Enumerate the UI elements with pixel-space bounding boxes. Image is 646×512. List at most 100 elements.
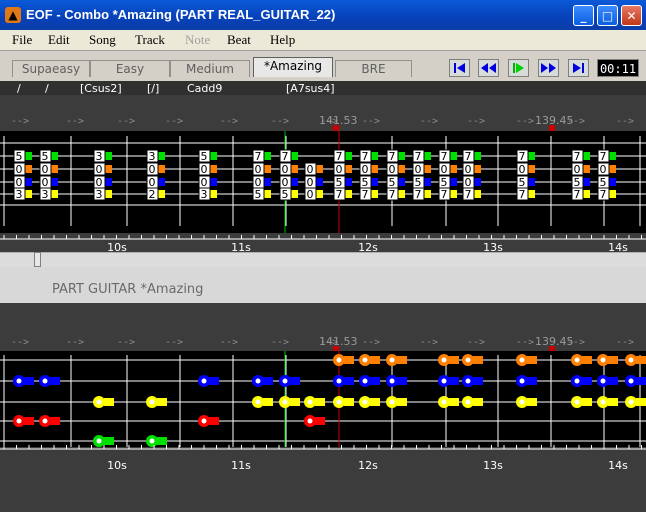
note-gem-center — [282, 399, 288, 405]
menu-bar: File Edit Song Track Note Beat Help — [0, 30, 646, 51]
menu-help[interactable]: Help — [270, 32, 295, 48]
fast-forward-icon — [541, 63, 556, 73]
minimize-button[interactable]: _ — [573, 5, 594, 26]
play-button[interactable] — [508, 59, 529, 77]
note-gem-center — [336, 378, 342, 384]
seek-scrollbar-thumb[interactable] — [34, 252, 41, 267]
note-tail — [473, 356, 483, 364]
note-gem-center — [282, 378, 288, 384]
tempo-marker-flag — [333, 125, 339, 131]
note-gem-center — [336, 399, 342, 405]
note-gem-center — [307, 418, 313, 424]
time-label: 14s — [608, 241, 628, 252]
note-tail — [449, 398, 459, 406]
title-bar: ▲ EOF - Combo *Amazing (PART REAL_GUITAR… — [0, 0, 646, 30]
fret-number: 0 — [282, 163, 289, 176]
flame-icon[interactable]: ▲ — [5, 7, 21, 23]
note-tail — [24, 417, 34, 425]
note-tail — [104, 398, 114, 406]
fret-number: 0 — [307, 163, 314, 176]
close-button[interactable]: ✕ — [621, 5, 642, 26]
menu-track[interactable]: Track — [135, 32, 165, 48]
window-title: EOF - Combo *Amazing (PART REAL_GUITAR_2… — [26, 7, 336, 22]
chord-name: [A7sus4] — [286, 82, 335, 95]
tempo-marker-flag — [549, 125, 555, 131]
menu-file[interactable]: File — [12, 32, 32, 48]
fret-number: 7 — [282, 150, 289, 163]
rewind-to-start-button[interactable] — [449, 59, 470, 77]
note-tail — [50, 417, 60, 425]
note-gem-center — [362, 357, 368, 363]
tab-amazing[interactable]: *Amazing — [253, 57, 333, 77]
note-tail — [608, 356, 618, 364]
note-tail — [24, 377, 34, 385]
fret-number: 2 — [149, 188, 156, 201]
note-gem-center — [600, 399, 606, 405]
rewind-button[interactable] — [478, 59, 499, 77]
tab-medium[interactable]: Medium — [170, 60, 250, 77]
note-gem-center — [628, 399, 634, 405]
note-tail — [157, 398, 167, 406]
tab-bre[interactable]: BRE — [335, 60, 412, 77]
note-gem-center — [628, 357, 634, 363]
tab-easy[interactable]: Easy — [90, 60, 170, 77]
beat-marker: --> — [271, 337, 289, 348]
note-gem-center — [96, 399, 102, 405]
menu-edit[interactable]: Edit — [48, 32, 70, 48]
seek-scrollbar[interactable] — [0, 252, 646, 267]
fret-number: 0 — [600, 163, 607, 176]
note-tail — [209, 417, 219, 425]
note-gem-center — [519, 378, 525, 384]
fret-number: 5 — [42, 150, 49, 163]
maximize-button[interactable]: □ — [597, 5, 618, 26]
note-gem-center — [441, 378, 447, 384]
fret-number: 7 — [415, 150, 422, 163]
fret-number: 0 — [96, 163, 103, 176]
fret-number: 7 — [255, 150, 262, 163]
note-tail — [449, 377, 459, 385]
note-tail — [315, 417, 325, 425]
skip-to-end-button[interactable] — [568, 59, 589, 77]
time-label: 12s — [358, 459, 378, 472]
menu-song[interactable]: Song — [89, 32, 116, 48]
beat-marker: --> — [117, 116, 135, 127]
fret-number: 3 — [42, 188, 49, 201]
beat-marker: --> — [516, 116, 534, 127]
fret-number: 0 — [362, 163, 369, 176]
note-tail — [344, 398, 354, 406]
note-gem-center — [441, 399, 447, 405]
beat-marker: --> — [467, 337, 485, 348]
note-gem-center — [42, 378, 48, 384]
note-gem-center — [389, 378, 395, 384]
fret-number: 7 — [336, 188, 343, 201]
fret-number: 3 — [16, 188, 23, 201]
beat-marker: --> — [420, 116, 438, 127]
note-gem-center — [465, 378, 471, 384]
time-label: 13s — [483, 459, 503, 472]
fret-number: 7 — [519, 150, 526, 163]
beat-marker: --> — [616, 337, 634, 348]
fast-forward-button[interactable] — [538, 59, 559, 77]
note-gem-center — [574, 399, 580, 405]
note-gem-center — [465, 399, 471, 405]
guitar-preview-panel: --> --> --> --> --> --> --> --> --> --> --> --> -->1… — [0, 303, 646, 512]
beat-marker: --> — [467, 116, 485, 127]
fret-number: 0 — [415, 163, 422, 176]
note-gem-center — [519, 399, 525, 405]
menu-beat[interactable]: Beat — [227, 32, 251, 48]
note-gem-center — [201, 378, 207, 384]
fret-number: 7 — [362, 150, 369, 163]
pro-guitar-editor-panel[interactable]: / / [Csus2] [/] Cadd9 [A7sus4] --> --> --> --> -->… — [0, 81, 646, 252]
tab-supaeasy[interactable]: Supaeasy — [12, 60, 90, 77]
note-gem-center — [16, 418, 22, 424]
fret-number: 0 — [255, 163, 262, 176]
beat-marker: --> — [516, 337, 534, 348]
skip-to-end-icon — [573, 63, 584, 73]
play-icon — [513, 63, 524, 73]
fret-number: 0 — [149, 163, 156, 176]
fret-number: 5 — [16, 150, 23, 163]
beat-marker: --> — [220, 337, 238, 348]
time-label: 13s — [483, 241, 503, 252]
fret-number: 3 — [149, 150, 156, 163]
note-tail — [209, 377, 219, 385]
